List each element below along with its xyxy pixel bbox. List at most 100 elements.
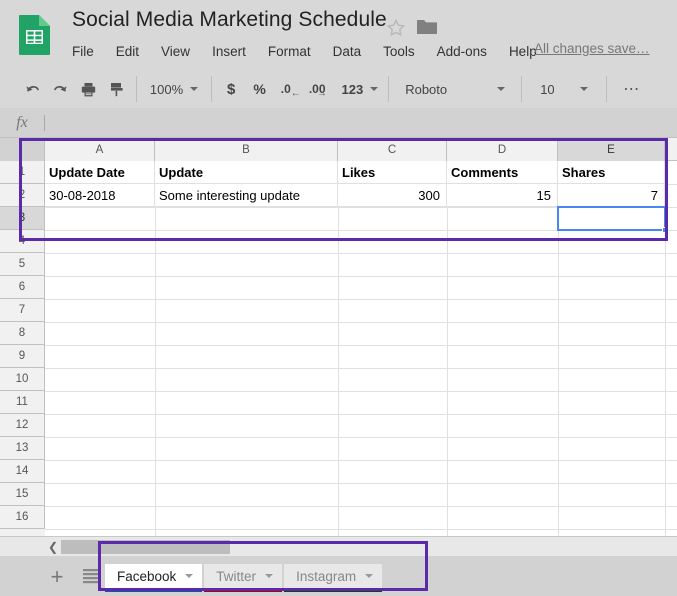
row-header-13[interactable]: 13 — [0, 437, 45, 460]
row-header-8[interactable]: 8 — [0, 322, 45, 345]
row-header-10[interactable]: 10 — [0, 368, 45, 391]
row-header-14[interactable]: 14 — [0, 460, 45, 483]
spreadsheet-grid: A B C D E 1 2 3 4 5 6 7 8 9 10 11 12 13 … — [0, 138, 677, 536]
row-header-12[interactable]: 12 — [0, 414, 45, 437]
row-header-1[interactable]: 1 — [0, 161, 45, 184]
menu-item-add-ons[interactable]: Add-ons — [437, 40, 487, 64]
grid-line — [45, 391, 677, 392]
font-size-label: 10 — [540, 81, 555, 97]
toolbar-history-group — [18, 76, 130, 102]
redo-button[interactable] — [46, 76, 74, 102]
zoom-level-label: 100% — [149, 81, 184, 97]
row-header-9[interactable]: 9 — [0, 345, 45, 368]
cell-c1[interactable]: Likes — [338, 161, 447, 184]
toolbar-divider — [211, 76, 212, 102]
row-header-5[interactable]: 5 — [0, 253, 45, 276]
cell-b1[interactable]: Update — [155, 161, 338, 184]
undo-button[interactable] — [18, 76, 46, 102]
grid-line — [45, 437, 677, 438]
add-sheet-button[interactable]: + — [46, 566, 68, 588]
row-header-6[interactable]: 6 — [0, 276, 45, 299]
decrease-decimal-button[interactable]: .0 ← — [275, 76, 301, 102]
sheet-tab-label: Facebook — [117, 568, 177, 584]
increase-decimal-button[interactable]: .00 → — [297, 76, 332, 102]
format-currency-button[interactable]: $ — [218, 76, 244, 102]
horizontal-scrollbar[interactable]: ❮ — [0, 536, 677, 557]
row-header-3[interactable]: 3 — [0, 207, 45, 230]
grid-line — [45, 460, 677, 461]
font-family-dropdown[interactable]: Roboto — [395, 76, 515, 102]
menu-item-file[interactable]: File — [72, 40, 94, 64]
sheet-tabs: Facebook Twitter Instagram — [105, 562, 384, 592]
app-header: Social Media Marketing Schedule File Edi… — [0, 0, 677, 70]
toolbar-divider — [136, 76, 137, 102]
row-header-7[interactable]: 7 — [0, 299, 45, 322]
cell-d2[interactable]: 15 — [447, 184, 558, 207]
print-button[interactable] — [74, 76, 102, 102]
chevron-left-icon[interactable]: ❮ — [45, 537, 61, 557]
paint-format-button[interactable] — [102, 76, 130, 102]
column-header-c[interactable]: C — [338, 138, 447, 161]
format-percent-button[interactable]: % — [244, 76, 274, 102]
sheet-tab-label: Instagram — [296, 568, 357, 584]
all-sheets-icon[interactable] — [82, 568, 100, 584]
more-formats-dropdown[interactable]: 123 — [332, 76, 383, 102]
cell-b2[interactable]: Some interesting update — [155, 184, 338, 207]
grid-line — [45, 506, 677, 507]
chevron-down-icon — [580, 87, 589, 91]
grid-line — [45, 230, 677, 231]
cell-e1[interactable]: Shares — [558, 161, 665, 184]
chevron-down-icon — [370, 87, 379, 91]
row-header-column: 1 2 3 4 5 6 7 8 9 10 11 12 13 14 15 16 — [0, 161, 45, 536]
menu-item-edit[interactable]: Edit — [116, 40, 139, 64]
row-header-4[interactable]: 4 — [0, 230, 45, 253]
document-title[interactable]: Social Media Marketing Schedule — [72, 8, 387, 32]
zoom-level-dropdown[interactable]: 100% — [143, 76, 205, 102]
cell-a1[interactable]: Update Date — [45, 161, 155, 184]
column-header-b[interactable]: B — [155, 138, 338, 161]
menu-item-view[interactable]: View — [161, 40, 190, 64]
formula-input[interactable] — [45, 108, 677, 137]
fx-icon: fx — [16, 113, 28, 131]
column-header-a[interactable]: A — [45, 138, 155, 161]
sheet-tab-facebook[interactable]: Facebook — [105, 564, 203, 592]
menu-item-insert[interactable]: Insert — [212, 40, 246, 64]
grid-line — [45, 345, 677, 346]
menu-item-tools[interactable]: Tools — [383, 40, 415, 64]
grid-line — [45, 368, 677, 369]
row-header-16[interactable]: 16 — [0, 506, 45, 529]
font-size-dropdown[interactable]: 10 — [528, 76, 600, 102]
scrollbar-track[interactable] — [61, 537, 677, 557]
grid-line — [338, 161, 339, 536]
menu-bar: File Edit View Insert Format Data Tools … — [72, 40, 559, 64]
more-toolbar-button[interactable]: ⋯ — [613, 76, 649, 102]
folder-icon[interactable] — [416, 18, 438, 36]
row-header-2[interactable]: 2 — [0, 184, 45, 207]
grid-line — [45, 529, 677, 530]
save-status-link[interactable]: All changes save… — [534, 41, 650, 56]
chevron-down-icon[interactable] — [265, 574, 274, 578]
cell-c2[interactable]: 300 — [338, 184, 447, 207]
sheet-tab-twitter[interactable]: Twitter — [204, 564, 283, 592]
menu-item-help[interactable]: Help — [509, 40, 537, 64]
chevron-down-icon[interactable] — [365, 574, 374, 578]
more-formats-label: 123 — [341, 81, 364, 97]
active-cell-highlight — [557, 206, 666, 231]
cell-e2[interactable]: 7 — [558, 184, 665, 207]
chevron-down-icon[interactable] — [185, 574, 194, 578]
row-header-11[interactable]: 11 — [0, 391, 45, 414]
column-header-d[interactable]: D — [447, 138, 558, 161]
grid-line — [45, 299, 677, 300]
sheet-tab-instagram[interactable]: Instagram — [284, 564, 383, 592]
grid-line — [45, 207, 677, 208]
cell-d1[interactable]: Comments — [447, 161, 558, 184]
formula-bar: fx — [0, 108, 677, 138]
cell-a2[interactable]: 30-08-2018 — [45, 184, 155, 207]
scrollbar-thumb[interactable] — [61, 540, 230, 554]
select-all-corner[interactable] — [0, 138, 45, 161]
column-header-e[interactable]: E — [558, 138, 665, 161]
star-outline-icon[interactable] — [386, 18, 406, 38]
row-header-15[interactable]: 15 — [0, 483, 45, 506]
menu-item-data[interactable]: Data — [333, 40, 362, 64]
menu-item-format[interactable]: Format — [268, 40, 311, 64]
